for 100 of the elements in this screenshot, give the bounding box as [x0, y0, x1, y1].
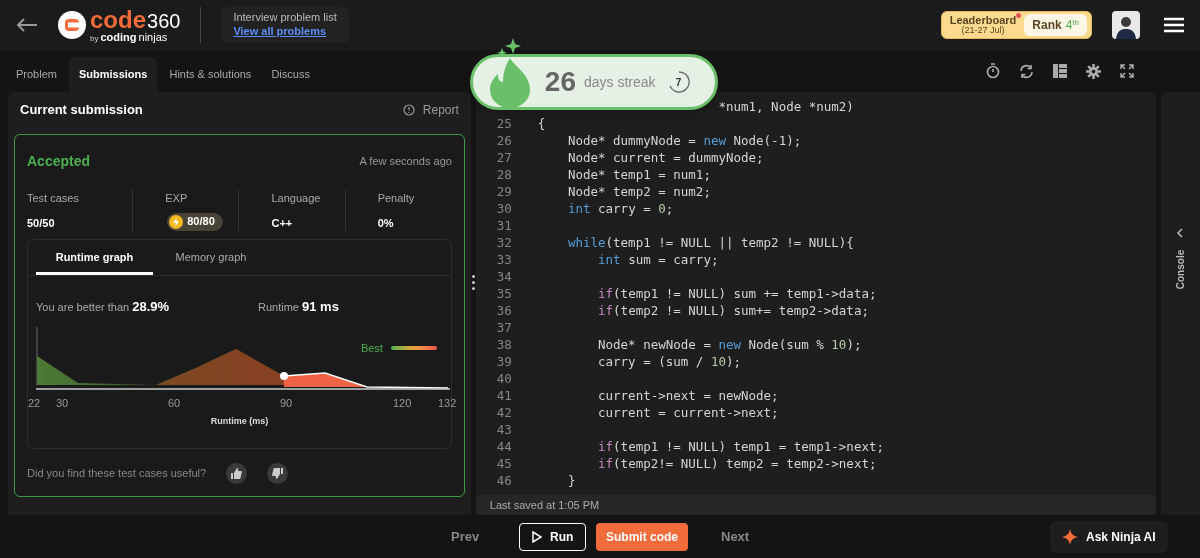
info-icon	[402, 104, 415, 116]
code-line: if(temp1 != NULL) sum += temp1->data;	[597, 285, 877, 302]
code-line: if(temp2 != NULL) sum+= temp2->data;	[597, 302, 869, 319]
last-saved-text: Last saved at 1:05 PM	[489, 497, 600, 513]
ask-ninja-ai-button[interactable]: Ask Ninja AI	[1050, 520, 1168, 553]
console-tab[interactable]: Console	[1172, 249, 1188, 290]
line-number: 37	[495, 319, 513, 336]
report-button[interactable]: Report	[402, 101, 459, 119]
axis-tick-label: 90	[280, 395, 293, 411]
legend-gradient	[390, 345, 437, 350]
rank-value: 4$^{th}$	[1065, 17, 1079, 34]
logo-number: 360	[147, 10, 181, 31]
line-number: 31	[495, 217, 513, 234]
code-line: int sum = carry;	[597, 251, 719, 268]
line-number: 43	[495, 421, 513, 438]
submission-time: A few seconds ago	[359, 154, 452, 170]
exp-badge: 80/80	[167, 212, 223, 231]
code-line: *num1, Node *num2)	[717, 98, 854, 115]
sparkle-icon	[1062, 528, 1078, 545]
line-number: 35	[495, 285, 513, 302]
code-line: Node* temp1 = num1;	[566, 166, 711, 183]
tab[interactable]: Submissions	[68, 57, 158, 92]
line-number: 41	[495, 387, 513, 404]
line-number: 28	[495, 166, 513, 183]
code-line: }	[566, 472, 576, 489]
axis-tick-label: 30	[56, 395, 69, 411]
code-line: if(temp2!= NULL) temp2 = temp2->next;	[597, 455, 877, 472]
tab[interactable]: Hints & solutions	[161, 57, 260, 92]
settings-icon[interactable]	[1085, 63, 1101, 79]
logo-text: code	[90, 7, 146, 32]
code-line: Node* temp2 = num2;	[566, 183, 711, 200]
line-number: 26	[495, 132, 513, 149]
line-number: 46	[495, 472, 513, 489]
line-number: 30	[495, 200, 513, 217]
status-text: Accepted	[27, 152, 91, 171]
line-number: 32	[495, 234, 513, 251]
code-line: int carry = 0;	[566, 200, 674, 217]
panel-title: Current submission	[20, 101, 143, 120]
percentile-text: You are better than 28.9%	[36, 298, 171, 316]
fullscreen-icon[interactable]	[1119, 64, 1134, 78]
thumbs-down-icon	[272, 468, 284, 479]
code-line: if(temp1 != NULL) temp1 = temp1->next;	[597, 438, 884, 455]
stat-label: EXP	[165, 191, 188, 206]
graph-tab[interactable]: Memory graph	[153, 240, 269, 275]
stat-value: C++	[271, 215, 293, 231]
stat-value: 50/50	[27, 215, 56, 231]
code-line: Node* current = dummyNode;	[566, 149, 764, 166]
logo-subtext: coding	[100, 31, 137, 43]
feedback-question: Did you find these test cases useful?	[27, 466, 207, 482]
back-arrow-icon[interactable]	[16, 17, 38, 33]
line-number: 45	[495, 455, 513, 472]
view-all-problems-link[interactable]: View all problems	[233, 25, 337, 39]
axis-title: Runtime (ms)	[210, 414, 269, 428]
code-editor[interactable]	[475, 92, 1156, 515]
thumbs-up-button[interactable]	[226, 463, 248, 484]
chevron-left-icon[interactable]	[1176, 228, 1185, 238]
lightning-icon	[169, 214, 184, 229]
line-number: 40	[495, 370, 513, 387]
streak-label: days streak	[583, 72, 656, 92]
timer-icon[interactable]	[985, 63, 1000, 79]
menu-icon[interactable]	[1164, 17, 1184, 33]
line-number: 27	[495, 149, 513, 166]
code-line: Node* newNode = new Node(sum % 10);	[597, 336, 862, 353]
rank-label: Rank	[1032, 17, 1062, 34]
axis-tick-label: 132	[438, 395, 457, 411]
tab[interactable]: Discuss	[263, 57, 318, 92]
stat-label: Language	[271, 191, 321, 206]
axis-tick-label: 120	[393, 395, 412, 411]
run-button[interactable]: Run	[519, 522, 587, 551]
code-line: {	[536, 115, 546, 132]
line-number: 36	[495, 302, 513, 319]
runtime-text: Runtime 91 ms	[258, 298, 339, 316]
logo-icon	[58, 11, 86, 39]
stat-value: 0%	[377, 215, 394, 231]
thumbs-down-button[interactable]	[267, 463, 289, 484]
streak-count: 26	[544, 65, 576, 99]
code-line: while(temp1 != NULL || temp2 != NULL){	[566, 234, 854, 251]
next-button[interactable]: Next	[721, 526, 750, 547]
line-number: 42	[495, 404, 513, 421]
line-number: 44	[495, 438, 513, 455]
code-line: Node* dummyNode = new Node(-1);	[566, 132, 802, 149]
layout-icon[interactable]	[1052, 64, 1067, 78]
logo-by-text: by	[90, 34, 99, 43]
problem-list-title: Interview problem list	[233, 11, 337, 25]
axis-tick-label: 22	[28, 395, 41, 411]
tab[interactable]: Problem	[8, 57, 65, 92]
line-number: 34	[495, 268, 513, 285]
leaderboard-button[interactable]: Leaderboard (21-27 Jul) Rank 4$^{th}$	[940, 11, 1092, 39]
progress-ring-icon	[667, 71, 690, 93]
axis-tick-label: 60	[168, 395, 181, 411]
streak-ring-number: 7	[675, 75, 682, 90]
stat-label: Penalty	[377, 191, 415, 206]
stat-label: Test cases	[27, 191, 80, 206]
line-number: 38	[495, 336, 513, 353]
legend-label: Best	[360, 340, 383, 356]
line-number: 39	[495, 353, 513, 370]
refresh-icon[interactable]	[1018, 63, 1034, 79]
prev-button[interactable]: Prev	[451, 526, 480, 547]
graph-tab[interactable]: Runtime graph	[36, 240, 153, 275]
avatar-icon[interactable]	[1112, 11, 1140, 39]
